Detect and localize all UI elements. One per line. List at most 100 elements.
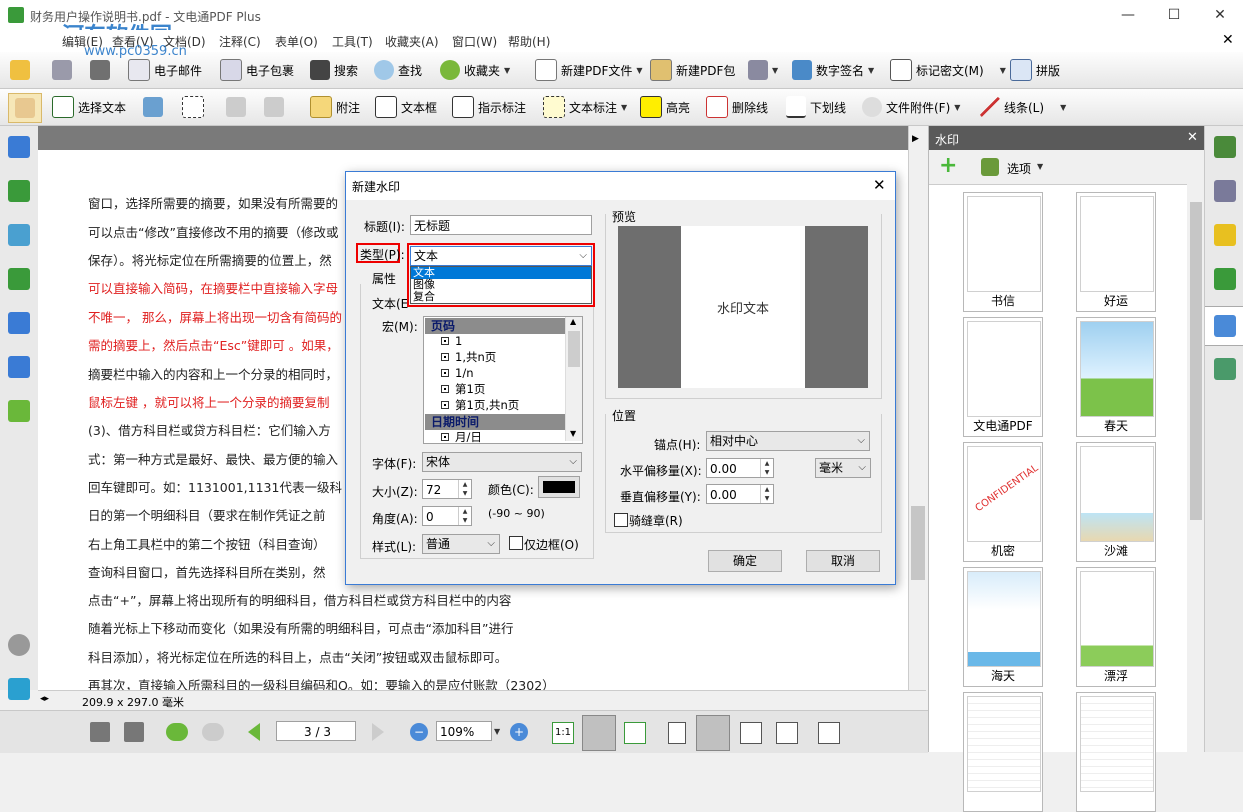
open-button[interactable] [10, 58, 30, 82]
style-select[interactable]: 普通 ⌵ [422, 534, 500, 554]
print-button[interactable] [90, 58, 110, 82]
macro-item[interactable]: 第1页,共n页 [425, 398, 565, 413]
macro-scrollbar[interactable]: ▲ ▼ [565, 317, 582, 441]
macro-item[interactable]: 第1页 [425, 382, 565, 397]
structure-icon[interactable] [8, 312, 30, 334]
scroll-down-icon[interactable]: ▼ [570, 429, 576, 438]
type-select[interactable]: 文本 ⌵ [410, 246, 592, 266]
rotate-left-icon[interactable] [90, 722, 110, 742]
watermark-tab[interactable] [1205, 306, 1243, 346]
chevron-down-icon[interactable]: ▼ [494, 727, 500, 736]
watermark-thumb[interactable]: 沙滩 [1076, 442, 1156, 562]
imposition-button[interactable]: 拼版 [1010, 58, 1060, 82]
callout-button[interactable]: 指示标注 [452, 95, 526, 119]
wrench-icon[interactable] [981, 158, 999, 176]
type-option-image[interactable]: 图像 [411, 279, 591, 291]
strikeout-button[interactable]: 删除线 [706, 95, 768, 119]
two-page-icon[interactable] [740, 722, 762, 744]
package-button[interactable]: 电子包裹 [220, 58, 294, 82]
swap-left-button[interactable] [226, 95, 246, 119]
menu-tools[interactable]: 工具(T) [332, 33, 373, 50]
four-page-icon[interactable] [776, 722, 798, 744]
next-page-icon[interactable] [372, 723, 384, 741]
pages-icon[interactable] [8, 136, 30, 158]
fit-width-icon[interactable] [624, 722, 646, 744]
text-markup-button[interactable]: 文本标注 ▼ [543, 95, 627, 119]
menu-favorites[interactable]: 收藏夹(A) [385, 33, 439, 50]
watermark-thumb[interactable]: 海天 [963, 567, 1043, 687]
find-button[interactable]: 查找 [374, 58, 422, 82]
textbox-button[interactable]: 文本框 [375, 95, 437, 119]
email-button[interactable]: 电子邮件 [128, 58, 202, 82]
rotate-right-icon[interactable] [124, 722, 144, 742]
actual-size-icon[interactable]: 1:1 [552, 722, 574, 744]
certificate-icon[interactable] [1214, 224, 1236, 246]
prev-page-icon[interactable] [248, 723, 260, 741]
scroll-thumb[interactable] [911, 506, 925, 580]
watermark-thumb[interactable] [963, 692, 1043, 812]
fields-icon[interactable] [8, 356, 30, 378]
snapshot-button[interactable] [143, 95, 163, 119]
angle-input[interactable]: 0 ▲ ▼ [422, 506, 472, 526]
dialog-close-button[interactable]: ✕ [873, 176, 886, 194]
menu-comment[interactable]: 注释(C) [219, 33, 261, 50]
note-button[interactable]: 附注 [310, 95, 360, 119]
minimize-button[interactable]: — [1105, 0, 1151, 30]
watermark-thumb[interactable]: 春天 [1076, 317, 1156, 437]
unit-select[interactable]: 毫米 ⌵ [815, 458, 871, 478]
stamp-icon[interactable] [1214, 268, 1236, 290]
new-pdf-package-button[interactable]: 新建PDF包 [650, 58, 735, 82]
fit-page-icon[interactable] [582, 715, 616, 751]
forward-arrow-icon[interactable] [202, 723, 224, 741]
fullscreen-icon[interactable] [818, 722, 840, 744]
scroll-up-icon[interactable]: ▲ [570, 317, 576, 326]
h-offset-input[interactable]: 0.00 ▲ ▼ [706, 458, 774, 478]
chat-icon[interactable] [8, 678, 30, 700]
page-number-input[interactable]: 3 / 3 [276, 721, 356, 741]
anchor-select[interactable]: 相对中心 ⌵ [706, 431, 870, 451]
select-text-button[interactable]: 选择文本 [52, 95, 126, 119]
add-watermark-icon[interactable]: + [939, 155, 957, 177]
search-button[interactable]: 搜索 [310, 58, 358, 82]
spin-icon[interactable]: ▲ ▼ [458, 480, 471, 498]
type-option-composite[interactable]: 复合 [411, 291, 591, 303]
maximize-button[interactable]: ☐ [1151, 0, 1197, 30]
zoom-in-icon[interactable]: + [510, 723, 528, 741]
highlight-button[interactable]: 高亮 [640, 95, 690, 119]
menu-form[interactable]: 表单(O) [275, 33, 318, 50]
chevron-down-icon[interactable]: ▼ [1037, 162, 1043, 171]
options-button[interactable]: 选项 [1007, 160, 1031, 177]
watermark-thumb[interactable]: 漂浮 [1076, 567, 1156, 687]
save-button[interactable] [52, 58, 72, 82]
watermark-thumb[interactable] [1076, 692, 1156, 812]
file-attach-button[interactable]: 文件附件(F) ▼ [862, 95, 960, 119]
macro-list[interactable]: 页码 1 1,共n页 1/n 第1页 第1页,共n页 日期时间 月/日 ▲ ▼ [423, 316, 583, 444]
mark-redact-button[interactable]: 标记密文(M) ▼ [890, 58, 1006, 82]
vertical-scrollbar[interactable]: ▶ [908, 126, 927, 690]
split-icon[interactable]: ◂▸ [40, 694, 49, 704]
attachment-icon[interactable] [8, 634, 30, 656]
security-button[interactable]: ▼ [748, 58, 778, 82]
comments-icon[interactable] [8, 224, 30, 246]
macro-item[interactable]: 1 [425, 334, 565, 349]
size-input[interactable]: 72 ▲ ▼ [422, 479, 472, 499]
spin-icon[interactable]: ▲ ▼ [760, 485, 773, 503]
tag-icon[interactable] [8, 400, 30, 422]
macro-item[interactable]: 1,共n页 [425, 350, 565, 365]
new-pdf-button[interactable]: 新建PDF文件 ▼ [535, 58, 643, 82]
ok-button[interactable]: 确定 [708, 550, 782, 572]
cancel-button[interactable]: 取消 [806, 550, 880, 572]
scroll-right-arrow[interactable]: ▶ [912, 134, 919, 144]
approve-icon[interactable] [1214, 136, 1236, 158]
area-select-button[interactable] [182, 95, 204, 119]
type-option-text[interactable]: 文本 [411, 267, 591, 279]
hand-tool-button[interactable] [8, 93, 42, 123]
lines-button[interactable]: 线条(L) ▼ [980, 95, 1066, 119]
macro-item[interactable]: 1/n [425, 366, 565, 381]
spin-icon[interactable]: ▲ ▼ [458, 507, 471, 525]
favorites-button[interactable]: 收藏夹 ▼ [440, 58, 510, 82]
watermark-thumb[interactable]: CONFIDENTIAL 机密 [963, 442, 1043, 562]
panel-scrollbar[interactable] [1187, 184, 1205, 752]
menu-window[interactable]: 窗口(W) [452, 33, 497, 50]
seam-stamp-checkbox[interactable] [614, 513, 628, 527]
